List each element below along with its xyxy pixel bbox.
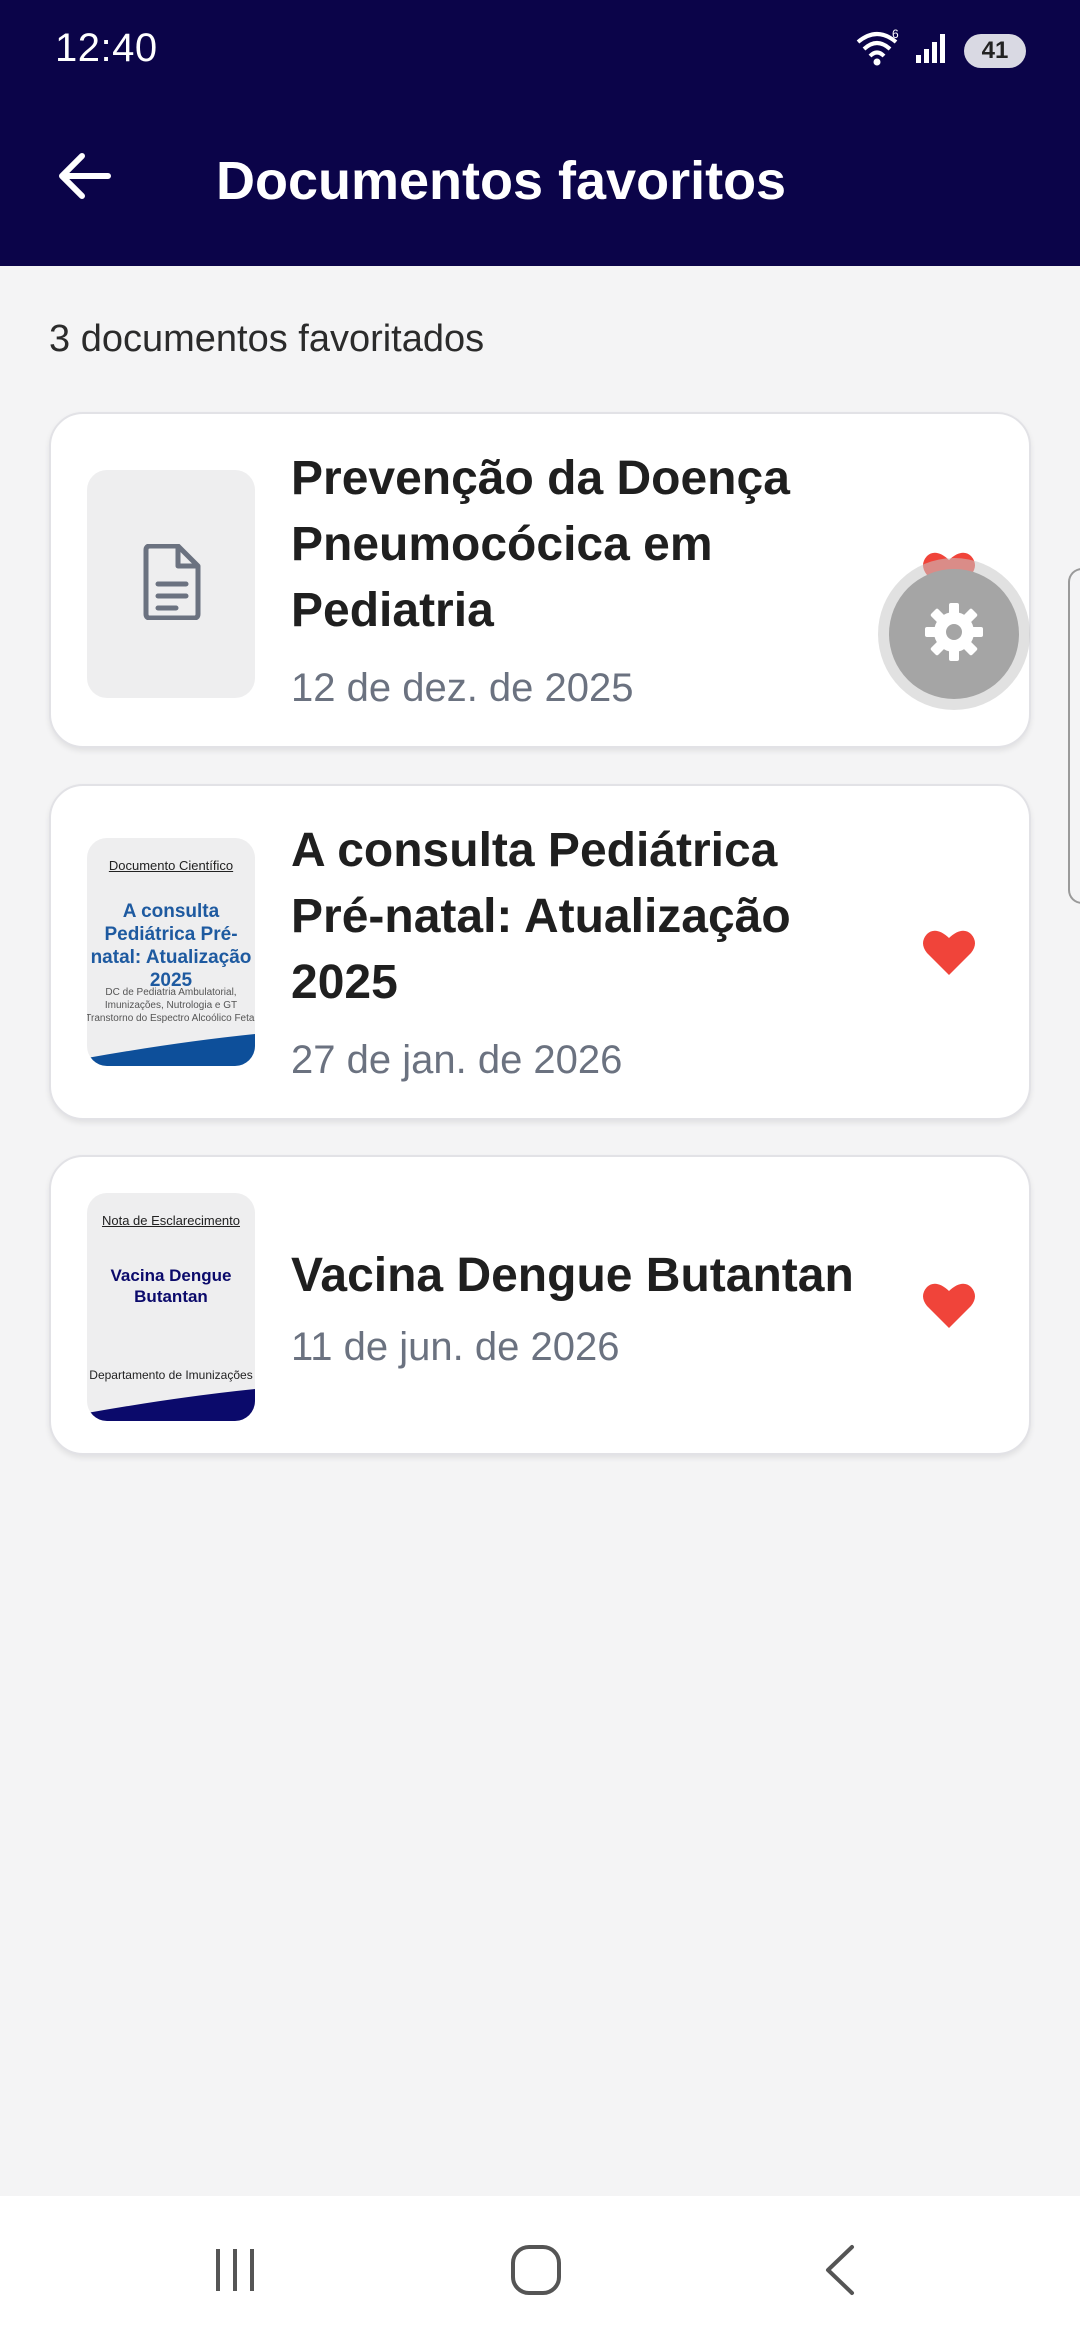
thumbnail-subtitle: DC de Pediatria Ambulatorial, Imunizaçõe…	[87, 987, 255, 1024]
wifi-icon: 6	[854, 27, 900, 73]
document-title: A consulta Pediátrica Pré-natal: Atualiz…	[291, 818, 891, 1016]
document-thumbnail: Nota de Esclarecimento Vacina Dengue But…	[87, 1193, 255, 1421]
home-icon	[509, 2243, 563, 2302]
heart-icon	[921, 1280, 977, 1335]
document-date: 27 de jan. de 2026	[291, 1038, 623, 1082]
back-nav-button[interactable]	[800, 2232, 880, 2312]
page-title: Documentos favoritos	[216, 151, 787, 211]
document-card[interactable]: Prevenção da Doença Pneumocócica em Pedi…	[49, 412, 1031, 748]
back-button[interactable]	[44, 138, 124, 218]
document-date: 11 de jun. de 2026	[291, 1325, 620, 1369]
favorite-button[interactable]	[919, 1277, 979, 1337]
favorites-count: 3 documentos favoritados	[49, 318, 485, 360]
document-title-line: Prevenção da Doença	[291, 452, 790, 505]
floating-settings-button[interactable]	[878, 558, 1030, 710]
edge-panel-handle[interactable]	[1068, 568, 1080, 904]
document-title-line: 2025	[291, 956, 398, 1009]
document-card[interactable]: Nota de Esclarecimento Vacina Dengue But…	[49, 1155, 1031, 1455]
document-icon	[140, 543, 202, 625]
thumbnail-title: A consulta Pediátrica Pré-natal: Atualiz…	[90, 901, 252, 991]
document-title-line: Pré-natal: Atualização	[291, 890, 791, 943]
status-icons: 6 41	[854, 27, 1026, 73]
document-title-line: Pneumocócica em	[291, 518, 713, 571]
document-thumbnail	[87, 470, 255, 698]
document-card[interactable]: Documento Científico A consulta Pediátri…	[49, 784, 1031, 1120]
battery-icon: 41	[964, 33, 1026, 68]
document-date: 12 de dez. de 2025	[291, 666, 634, 710]
recent-apps-button[interactable]	[195, 2232, 275, 2312]
heart-icon	[921, 927, 977, 982]
app-bar: Documentos favoritos	[0, 100, 1080, 266]
document-title: Vacina Dengue Butantan	[291, 1243, 891, 1309]
document-thumbnail: Documento Científico A consulta Pediátri…	[87, 838, 255, 1066]
document-title-line: Vacina Dengue Butantan	[291, 1249, 854, 1302]
gear-icon-container	[889, 569, 1019, 699]
status-bar: 12:40 6 41	[0, 0, 1080, 100]
status-time: 12:40	[55, 26, 158, 70]
document-title: Prevenção da Doença Pneumocócica em Pedi…	[291, 446, 891, 644]
thumbnail-wave	[87, 1034, 255, 1066]
thumbnail-subtitle: Departamento de Imunizações	[89, 1368, 253, 1382]
signal-icon	[914, 31, 950, 70]
thumbnail-label: Nota de Esclarecimento	[101, 1213, 240, 1228]
system-nav-bar	[0, 2196, 1080, 2340]
chevron-left-icon	[820, 2243, 860, 2302]
document-title-line: A consulta Pediátrica	[291, 824, 778, 877]
arrow-left-icon	[56, 152, 112, 205]
document-title-line: Pediatria	[291, 584, 494, 637]
thumbnail-wave	[87, 1389, 255, 1421]
gear-icon	[921, 599, 987, 670]
recents-icon	[210, 2247, 260, 2298]
thumbnail-label: Documento Científico	[108, 858, 234, 873]
svg-text:6: 6	[892, 28, 899, 41]
favorite-button[interactable]	[919, 924, 979, 984]
thumbnail-title: Vacina Dengue Butantan	[110, 1266, 232, 1306]
home-button[interactable]	[496, 2232, 576, 2312]
